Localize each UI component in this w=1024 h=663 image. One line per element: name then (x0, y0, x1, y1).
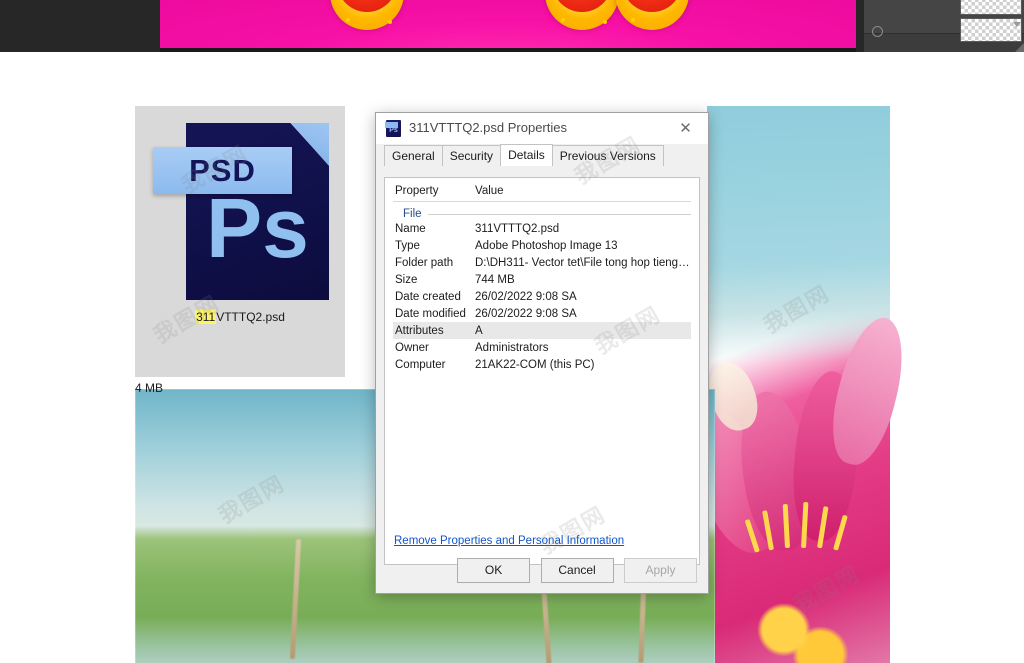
photoshop-workspace-strip: ∞ fx ▣ ◑ ▰ ❐ 🗑 (0, 0, 1024, 52)
property-row-folder-path[interactable]: Folder path D:\DH311- Vector tet\File to… (393, 254, 691, 271)
psd-file-icon: Ps PSD (153, 123, 329, 300)
file-name-remainder: VTTTQ2.psd (216, 310, 285, 324)
cancel-button[interactable]: Cancel (540, 558, 614, 583)
property-label: Attributes (395, 324, 444, 337)
layer-thumbnail (960, 0, 1022, 15)
property-row-size[interactable]: Size 744 MB (393, 271, 691, 288)
property-row-attributes[interactable]: Attributes A (393, 322, 691, 339)
property-value: 311VTTTQ2.psd (475, 222, 560, 235)
file-size-label: 4 MB (135, 381, 164, 395)
property-group-header-file: File (393, 208, 691, 220)
tab-details[interactable]: Details (500, 144, 553, 166)
dialog-tab-strip[interactable]: General Security Details Previous Versions (376, 144, 708, 166)
property-row-type[interactable]: Type Adobe Photoshop Image 13 (393, 237, 691, 254)
property-row-computer[interactable]: Computer 21AK22-COM (this PC) (393, 356, 691, 373)
column-header-property: Property (395, 185, 439, 197)
property-value: 21AK22-COM (this PC) (475, 358, 595, 371)
dialog-title-bar[interactable]: Ps 311VTTTQ2.psd Properties ✕ (376, 113, 708, 144)
property-row-owner[interactable]: Owner Administrators (393, 339, 691, 356)
screenshot-root: ∞ fx ▣ ◑ ▰ ❐ 🗑 (0, 0, 1024, 663)
property-label: Date modified (395, 307, 466, 320)
property-label: Type (395, 239, 420, 252)
psd-file-title-icon: Ps (385, 120, 402, 137)
property-label: Folder path (395, 256, 454, 269)
layer-row[interactable] (864, 16, 1024, 42)
layer-visibility-icon[interactable] (872, 26, 883, 37)
property-label: Name (395, 222, 426, 235)
properties-list[interactable]: Property Value File Name 311VTTTQ2.psd T… (393, 185, 691, 523)
psd-format-ribbon: PSD (153, 147, 292, 194)
water-lily-photo (673, 106, 915, 663)
property-value: A (475, 324, 483, 337)
photoshop-ps-glyph: Ps (206, 181, 309, 275)
property-value: Adobe Photoshop Image 13 (475, 239, 618, 252)
group-label: File (403, 208, 422, 220)
property-value: Administrators (475, 341, 549, 354)
panel-resize-grip[interactable] (1015, 43, 1024, 52)
properties-header-row: Property Value (393, 185, 691, 202)
property-label: Date created (395, 290, 461, 303)
property-row-name[interactable]: Name 311VTTTQ2.psd (393, 220, 691, 237)
property-label: Owner (395, 341, 429, 354)
property-value: D:\DH311- Vector tet\File tong hop tieng… (475, 256, 691, 269)
property-value: 744 MB (475, 273, 515, 286)
banner-artwork (160, 0, 856, 48)
dialog-button-row: OK Cancel Apply (376, 558, 708, 583)
file-name-search-highlight: 311 (195, 310, 217, 324)
property-value: 26/02/2022 9:08 SA (475, 290, 577, 303)
details-tab-panel: Property Value File Name 311VTTTQ2.psd T… (384, 177, 700, 565)
layers-panel[interactable]: ∞ fx ▣ ◑ ▰ ❐ 🗑 (864, 0, 1024, 52)
file-properties-dialog[interactable]: Ps 311VTTTQ2.psd Properties ✕ General Sec… (375, 112, 709, 594)
property-row-date-modified[interactable]: Date modified 26/02/2022 9:08 SA (393, 305, 691, 322)
remove-properties-link[interactable]: Remove Properties and Personal Informati… (394, 535, 624, 547)
tab-previous-versions[interactable]: Previous Versions (551, 145, 664, 166)
layer-row[interactable] (864, 0, 1024, 17)
property-label: Computer (395, 358, 446, 371)
dialog-title: 311VTTTQ2.psd Properties (409, 120, 567, 135)
panel-scroll-down-icon[interactable] (1013, 22, 1021, 27)
group-divider (427, 213, 691, 215)
tab-security[interactable]: Security (441, 145, 502, 166)
ok-button[interactable]: OK (457, 558, 531, 583)
property-row-date-created[interactable]: Date created 26/02/2022 9:08 SA (393, 288, 691, 305)
apply-button: Apply (624, 558, 697, 583)
property-value: 26/02/2022 9:08 SA (475, 307, 577, 320)
column-header-value: Value (475, 185, 504, 197)
property-label: Size (395, 273, 418, 286)
file-name-label: 311VTTTQ2.psd (135, 310, 345, 324)
tab-general[interactable]: General (384, 145, 443, 166)
close-icon[interactable]: ✕ (663, 113, 708, 144)
file-thumbnail-tile[interactable]: Ps PSD 311VTTTQ2.psd (135, 106, 345, 377)
